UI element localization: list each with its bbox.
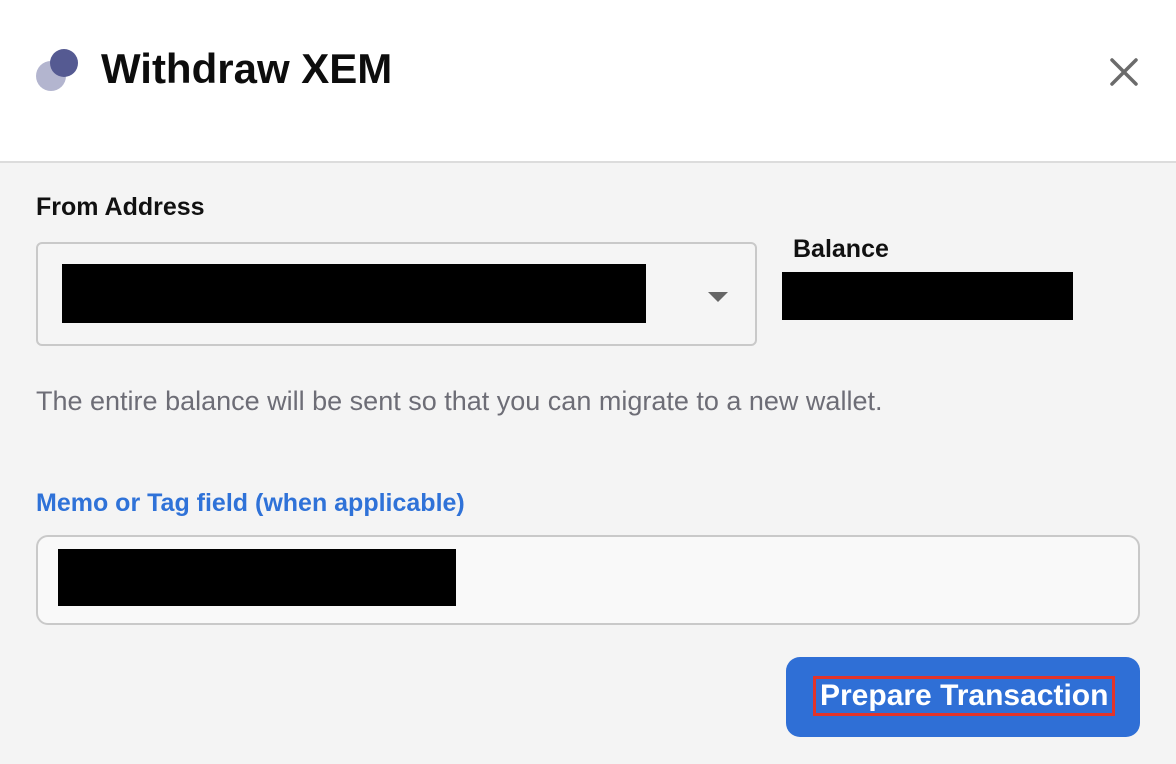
xem-logo-icon	[36, 49, 78, 91]
close-icon[interactable]	[1104, 52, 1144, 92]
dialog-header: Withdraw XEM	[0, 0, 1176, 163]
from-address-label: From Address	[36, 193, 205, 221]
withdraw-dialog: Withdraw XEM From Address Balance The en…	[0, 0, 1176, 764]
memo-label: Memo or Tag field (when applicable)	[36, 489, 465, 517]
memo-value-redacted	[58, 549, 456, 606]
balance-label: Balance	[793, 235, 889, 263]
caret-down-icon[interactable]	[708, 292, 728, 302]
prepare-transaction-label: Prepare Transaction	[813, 676, 1116, 716]
from-address-select[interactable]	[36, 242, 757, 346]
from-address-value-redacted	[62, 264, 646, 323]
memo-input[interactable]	[36, 535, 1140, 625]
helper-text: The entire balance will be sent so that …	[36, 386, 883, 416]
prepare-transaction-button[interactable]: Prepare Transaction	[786, 657, 1140, 737]
balance-value-redacted	[782, 272, 1073, 320]
dialog-title: Withdraw XEM	[101, 45, 393, 92]
